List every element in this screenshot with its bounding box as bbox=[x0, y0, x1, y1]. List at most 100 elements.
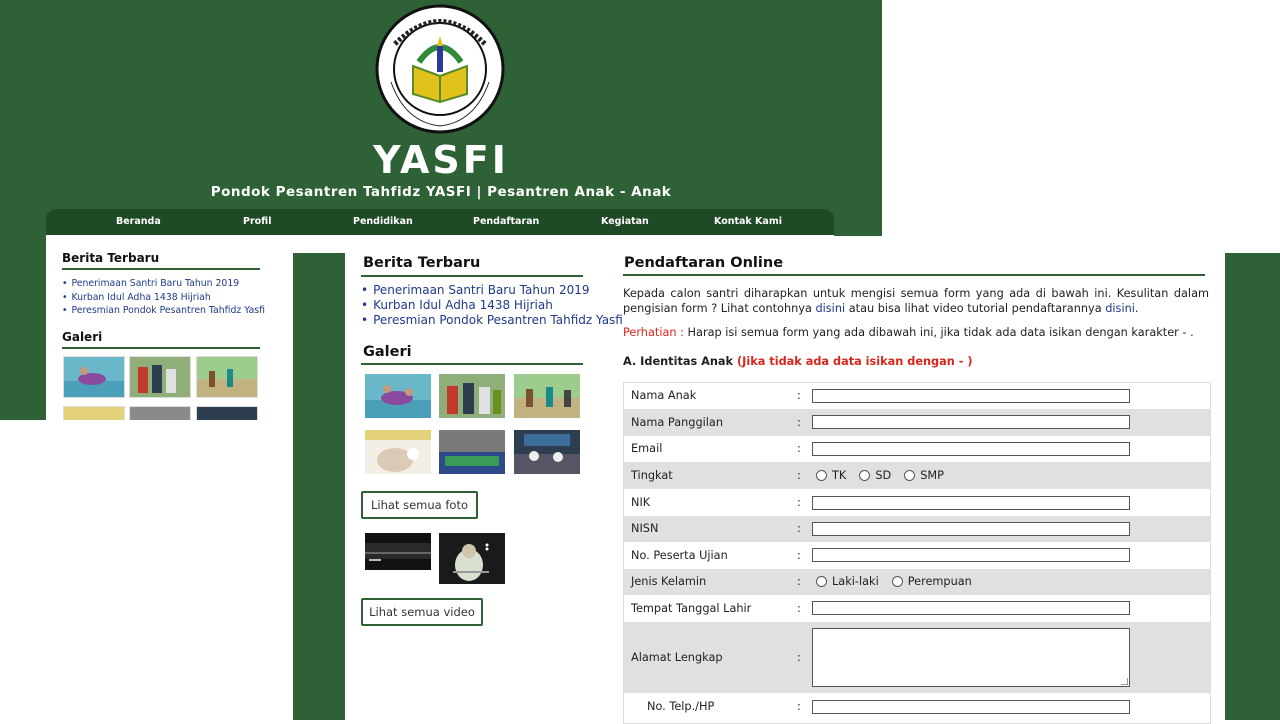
form-row: Nama Panggilan : bbox=[624, 409, 1210, 436]
news-item[interactable]: Penerimaan Santri Baru Tahun 2019 bbox=[361, 283, 623, 298]
news-item[interactable]: Penerimaan Santri Baru Tahun 2019 bbox=[62, 277, 265, 291]
section-note: (Jika tidak ada data isikan dengan - ) bbox=[736, 355, 973, 368]
video-tutorial-link[interactable]: disini bbox=[1105, 302, 1135, 315]
nav-beranda[interactable]: Beranda bbox=[116, 216, 161, 227]
field-label: Tempat Tanggal Lahir bbox=[631, 602, 752, 615]
tingkat-radio-group: TK SD SMP bbox=[816, 469, 952, 482]
field-colon: : bbox=[797, 496, 801, 509]
gender-radio-group: Laki-laki Perempuan bbox=[816, 575, 980, 588]
news-list: Penerimaan Santri Baru Tahun 2019 Kurban… bbox=[62, 277, 265, 318]
news-divider bbox=[361, 275, 583, 277]
section-title: A. Identitas Anak (Jika tidak ada data i… bbox=[623, 355, 973, 368]
tempat-tanggal-lahir-input[interactable] bbox=[812, 601, 1130, 615]
radio-label: Laki-laki bbox=[832, 575, 879, 588]
nik-input[interactable] bbox=[812, 496, 1130, 510]
radio-option-perempuan[interactable]: Perempuan bbox=[891, 575, 972, 588]
news-heading: Berita Terbaru bbox=[363, 255, 481, 271]
see-all-videos-button[interactable]: Lihat semua video bbox=[361, 598, 483, 626]
form-row: NIK : bbox=[624, 489, 1210, 516]
nisn-input[interactable] bbox=[812, 522, 1130, 536]
identity-form: Nama Anak : Nama Panggilan : Email : Tin… bbox=[623, 382, 1211, 724]
field-label: Nama Panggilan bbox=[631, 416, 723, 429]
main-navbar: Beranda Profil Pendidikan Pendaftaran Ke… bbox=[46, 209, 834, 235]
nama-anak-input[interactable] bbox=[812, 389, 1130, 403]
nav-kegiatan[interactable]: Kegiatan bbox=[601, 216, 649, 227]
radio-label: TK bbox=[832, 469, 847, 482]
field-colon: : bbox=[797, 700, 801, 713]
field-label: NISN bbox=[631, 522, 659, 535]
gallery-photo-thumbnail[interactable] bbox=[365, 430, 431, 474]
gallery-photo-thumbnail[interactable] bbox=[514, 374, 580, 418]
resize-grip-icon[interactable] bbox=[1121, 678, 1128, 685]
nav-kontak-kami[interactable]: Kontak Kami bbox=[714, 216, 782, 227]
field-colon: : bbox=[797, 416, 801, 429]
field-colon: : bbox=[797, 602, 801, 615]
radio-option-tk[interactable]: TK bbox=[816, 469, 846, 482]
field-label: No. Telp./HP bbox=[647, 700, 715, 713]
nav-pendidikan[interactable]: Pendidikan bbox=[353, 216, 413, 227]
radio-button[interactable] bbox=[904, 470, 916, 481]
gallery-photo-thumbnail[interactable] bbox=[439, 430, 505, 474]
yasfi-logo bbox=[375, 4, 505, 134]
see-all-photos-button[interactable]: Lihat semua foto bbox=[361, 491, 478, 519]
form-heading: Pendaftaran Online bbox=[624, 255, 784, 271]
radio-button[interactable] bbox=[891, 576, 903, 587]
field-colon: : bbox=[797, 442, 801, 455]
radio-label: Perempuan bbox=[907, 575, 972, 588]
nama-panggilan-input[interactable] bbox=[812, 415, 1130, 429]
alamat-lengkap-textarea[interactable] bbox=[812, 628, 1130, 687]
no-peserta-ujian-input[interactable] bbox=[812, 548, 1130, 562]
gallery-heading: Galeri bbox=[62, 330, 103, 344]
gallery-photo-thumbnail[interactable] bbox=[63, 406, 125, 420]
radio-option-laki-laki[interactable]: Laki-laki bbox=[816, 575, 879, 588]
news-item[interactable]: Kurban Idul Adha 1438 Hijriah bbox=[62, 291, 265, 305]
radio-label: SMP bbox=[920, 469, 944, 482]
form-row: NISN : bbox=[624, 516, 1210, 542]
gallery-photo-thumbnail[interactable] bbox=[365, 374, 431, 418]
field-colon: : bbox=[797, 469, 801, 482]
radio-option-sd[interactable]: SD bbox=[859, 469, 891, 482]
nav-pendaftaran[interactable]: Pendaftaran bbox=[473, 216, 539, 227]
radio-button[interactable] bbox=[816, 470, 827, 481]
intro-text: . bbox=[1134, 302, 1139, 315]
form-warning: Perhatian : Harap isi semua form yang ad… bbox=[623, 326, 1194, 339]
news-heading: Berita Terbaru bbox=[62, 251, 160, 265]
gallery-photo-thumbnail[interactable] bbox=[129, 356, 191, 398]
field-colon: : bbox=[797, 549, 801, 562]
warning-label: Perhatian : bbox=[623, 326, 684, 339]
form-row: Nama Anak : bbox=[624, 383, 1210, 409]
email-input[interactable] bbox=[812, 442, 1130, 456]
gallery-photo-thumbnail[interactable] bbox=[129, 406, 191, 420]
form-row: Jenis Kelamin : Laki-laki Perempuan bbox=[624, 569, 1210, 595]
news-item[interactable]: Kurban Idul Adha 1438 Hijriah bbox=[361, 298, 623, 313]
telp-input[interactable] bbox=[812, 700, 1130, 714]
video-thumbnail[interactable] bbox=[439, 533, 505, 584]
news-divider bbox=[62, 268, 260, 270]
field-label: NIK bbox=[631, 496, 651, 509]
gallery-photo-thumbnail[interactable] bbox=[514, 430, 580, 474]
form-intro-text: Kepada calon santri diharapkan untuk men… bbox=[623, 286, 1209, 316]
gallery-photo-thumbnail[interactable] bbox=[63, 356, 125, 398]
zoomed-page-content: Berita Terbaru Penerimaan Santri Baru Ta… bbox=[345, 236, 1225, 724]
form-row: No. Telp./HP : bbox=[624, 693, 1210, 721]
gallery-photo-thumbnail[interactable] bbox=[196, 356, 258, 398]
gallery-photo-thumbnail[interactable] bbox=[196, 406, 258, 420]
form-row: Alamat Lengkap : bbox=[624, 622, 1210, 693]
section-name: A. Identitas Anak bbox=[623, 355, 734, 368]
form-row: Email : bbox=[624, 436, 1210, 462]
intro-text: atau bisa lihat video tutorial pendaftar… bbox=[845, 302, 1106, 315]
gallery-divider bbox=[361, 363, 583, 365]
gallery-photo-thumbnail[interactable] bbox=[439, 374, 505, 418]
radio-button[interactable] bbox=[859, 470, 871, 481]
example-link[interactable]: disini bbox=[815, 302, 845, 315]
radio-button[interactable] bbox=[816, 576, 827, 587]
field-colon: : bbox=[797, 651, 801, 664]
news-item[interactable]: Peresmian Pondok Pesantren Tahfidz Yasfi bbox=[62, 304, 265, 318]
field-label: Nama Anak bbox=[631, 389, 697, 402]
video-thumbnail[interactable] bbox=[365, 533, 431, 570]
radio-option-smp[interactable]: SMP bbox=[904, 469, 944, 482]
field-label: No. Peserta Ujian bbox=[631, 549, 728, 562]
news-item[interactable]: Peresmian Pondok Pesantren Tahfidz Yasfi bbox=[361, 313, 623, 328]
field-label: Jenis Kelamin bbox=[631, 575, 707, 588]
nav-profil[interactable]: Profil bbox=[243, 216, 271, 227]
